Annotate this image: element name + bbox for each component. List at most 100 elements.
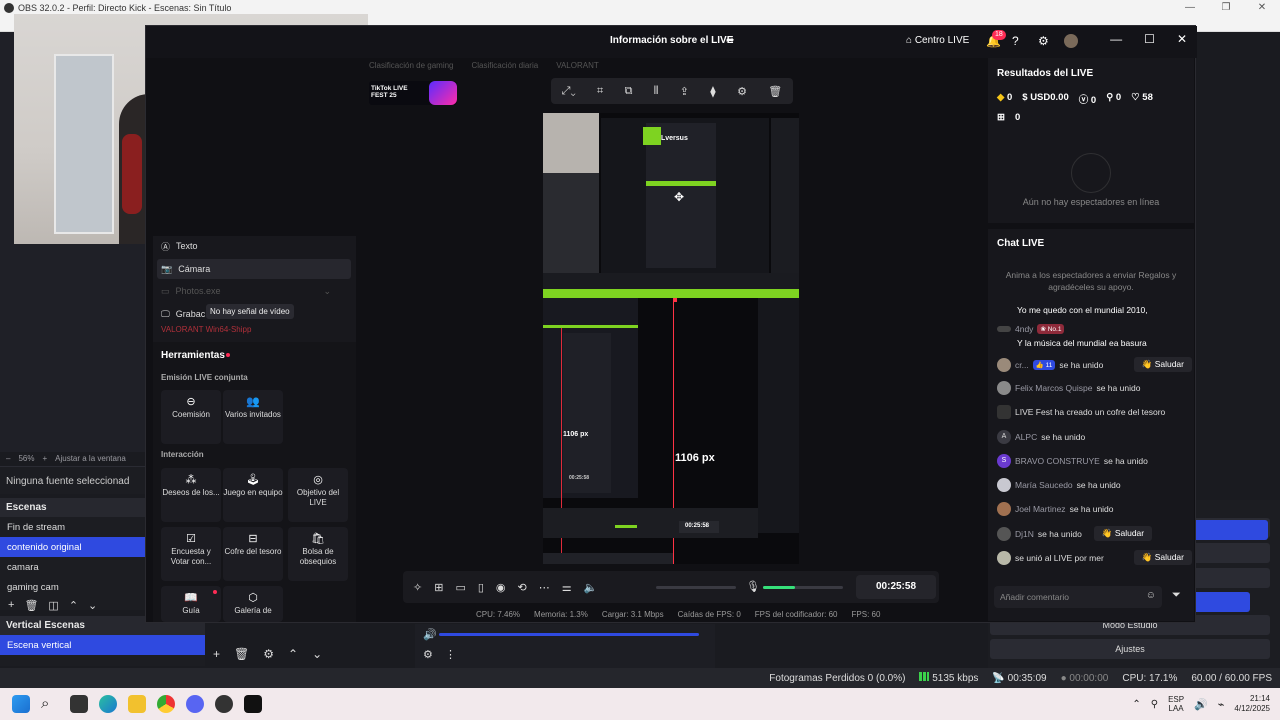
tiktok-icon[interactable]: [244, 695, 262, 713]
tab-daily-ranking[interactable]: Clasificación diaria: [472, 61, 539, 70]
speaker-icon[interactable]: 🔈: [584, 581, 598, 594]
record-icon[interactable]: ◉: [496, 581, 506, 594]
minimize-icon[interactable]: —: [1172, 0, 1208, 16]
layer-up-icon[interactable]: ⇪: [680, 85, 689, 98]
centro-live-button[interactable]: ⌂ Centro LIVE: [906, 35, 969, 46]
duplicate-icon[interactable]: ⧉: [625, 85, 633, 98]
gallery-button[interactable]: ⬡ Galería de: [223, 586, 283, 622]
wishes-button[interactable]: ⁂ Deseos de los...: [161, 468, 221, 522]
close-icon[interactable]: ✕: [1244, 0, 1280, 16]
edge-icon[interactable]: [99, 695, 117, 713]
live-info-title[interactable]: Información sobre el LIVE: [610, 35, 733, 46]
search-icon[interactable]: ⌕: [41, 695, 59, 713]
speaker-volume-slider[interactable]: [656, 586, 736, 589]
more-icon[interactable]: ⋯: [539, 581, 550, 594]
volume-icon[interactable]: 🔊: [1194, 698, 1208, 711]
settings-button[interactable]: Ajustes: [990, 639, 1270, 659]
vertical-scene-item[interactable]: Escena vertical: [0, 635, 205, 655]
stream-preview[interactable]: Lversus 1106 px 1106 px 00:25:58 00:25:5…: [543, 113, 799, 564]
volume-slider[interactable]: [439, 633, 699, 636]
minimize-icon[interactable]: —: [1110, 32, 1122, 46]
close-icon[interactable]: ✕: [1177, 32, 1187, 46]
chevron-down-icon[interactable]: ⌄: [323, 286, 331, 297]
language-indicator[interactable]: ESP LAA: [1168, 695, 1184, 713]
source-camara[interactable]: 📷 Cámara: [157, 259, 351, 279]
add-scene-button[interactable]: +: [8, 599, 14, 612]
nested-timer: 00:25:58: [685, 523, 710, 529]
saludar-button[interactable]: 👋 Saludar: [1133, 357, 1192, 372]
file-explorer-icon[interactable]: [128, 695, 146, 713]
gear-icon[interactable]: ⚙: [423, 648, 433, 661]
share-icon[interactable]: ➦: [726, 35, 734, 46]
tab-valorant[interactable]: VALORANT: [556, 61, 599, 70]
team-game-button[interactable]: 🕹 Juego en equipo: [223, 468, 283, 522]
resize-icon[interactable]: ⤢⌄: [562, 85, 576, 98]
help-icon[interactable]: ?: [1012, 34, 1019, 48]
guide-length: 1106 px: [675, 452, 715, 464]
live-fest-banner[interactable]: TikTok LIVE FEST 25: [369, 81, 457, 105]
poll-button[interactable]: ☑ Encuesta y Votar con...: [161, 527, 221, 581]
move-up-button[interactable]: ⌃: [69, 599, 78, 612]
move-down-button[interactable]: ⌄: [312, 647, 322, 661]
multi-guest-button[interactable]: 👥 Varios invitados: [223, 390, 283, 444]
gear-icon[interactable]: ⚙: [263, 647, 274, 661]
screen-icon[interactable]: ▭: [455, 581, 465, 594]
tab-gaming-ranking[interactable]: Clasificación de gaming: [369, 61, 454, 70]
trash-icon[interactable]: 🗑: [768, 85, 782, 98]
add-source-icon[interactable]: ⊞: [434, 581, 443, 594]
phone-icon[interactable]: ▯: [478, 581, 484, 594]
filter-icon[interactable]: ◫: [48, 599, 58, 612]
source-texto[interactable]: Ⓐ Texto: [157, 236, 351, 256]
maximize-icon[interactable]: ☐: [1144, 32, 1155, 46]
avatar: [997, 381, 1011, 395]
diamond-icon: ◆: [997, 92, 1005, 103]
clock[interactable]: 21:14 4/12/2025: [1234, 694, 1270, 714]
network-icon[interactable]: ⌁: [1218, 698, 1225, 711]
speaker-icon[interactable]: 🔊: [423, 628, 437, 641]
source-valorant[interactable]: VALORANT Win64-Shipp: [157, 322, 351, 336]
gift-bag-button[interactable]: 🛍 Bolsa de obsequios: [288, 527, 348, 581]
comment-input[interactable]: Añadir comentario ☺: [994, 586, 1162, 608]
discord-icon[interactable]: [186, 695, 204, 713]
zoom-out-button[interactable]: –: [6, 454, 10, 463]
crop-icon[interactable]: ⌗: [597, 85, 603, 98]
move-down-button[interactable]: ⌄: [88, 599, 97, 612]
trash-icon[interactable]: 🗑: [234, 647, 249, 661]
filter-icon[interactable]: ⏷: [1172, 589, 1181, 602]
chevron-up-icon[interactable]: ⌃: [1132, 699, 1140, 710]
obs-icon[interactable]: [215, 695, 233, 713]
scene-item[interactable]: Fin de stream: [0, 517, 145, 537]
settings-icon[interactable]: ⚙: [737, 85, 747, 98]
emoji-icon[interactable]: ☺: [1146, 590, 1156, 601]
coemision-button[interactable]: ⊖ Coemisión: [161, 390, 221, 444]
layer-icon[interactable]: ⧫: [710, 85, 715, 98]
chrome-icon[interactable]: [157, 695, 175, 713]
guide-button[interactable]: 📖 Guía: [161, 586, 221, 622]
maximize-icon[interactable]: ❐: [1208, 0, 1244, 16]
saludar-button[interactable]: 👋 Saludar: [1093, 526, 1153, 541]
move-up-button[interactable]: ⌃: [288, 647, 298, 661]
location-icon[interactable]: ⚲: [1151, 699, 1158, 710]
flip-icon[interactable]: ⫴: [654, 85, 659, 98]
mixer-icon[interactable]: ⚌: [562, 581, 572, 594]
mic-volume-slider[interactable]: [763, 586, 843, 589]
task-view-icon[interactable]: [70, 695, 88, 713]
gear-icon[interactable]: ⚙: [1038, 34, 1049, 48]
scene-item[interactable]: camara: [0, 557, 145, 577]
live-goal-button[interactable]: ◎ Objetivo del LIVE: [288, 468, 348, 522]
mic-icon[interactable]: 🎙: [746, 580, 760, 593]
windows-start-icon[interactable]: [12, 695, 30, 713]
more-icon[interactable]: ⋮: [445, 648, 456, 661]
replay-icon[interactable]: ⟲: [518, 581, 527, 594]
magic-icon[interactable]: ✧: [413, 581, 422, 594]
treasure-chest-button[interactable]: ⊟ Cofre del tesoro: [223, 527, 283, 581]
saludar-button[interactable]: 👋 Saludar: [1133, 550, 1192, 565]
avatar[interactable]: [1064, 34, 1078, 48]
fit-window-button[interactable]: Ajustar a la ventana: [55, 454, 126, 463]
trash-icon[interactable]: 🗑: [24, 599, 38, 612]
scene-item-active[interactable]: contenido original: [0, 537, 145, 557]
source-photos[interactable]: ▭ Photos.exe ⌄: [157, 281, 351, 301]
zoom-in-button[interactable]: +: [42, 454, 47, 463]
scene-item[interactable]: gaming cam: [0, 577, 145, 597]
add-source-button[interactable]: +: [213, 647, 220, 661]
